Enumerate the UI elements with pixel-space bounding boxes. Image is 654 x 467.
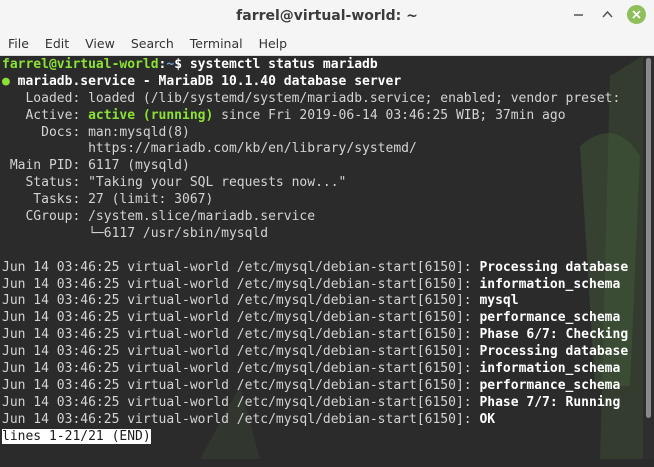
cgroup-line: CGroup: /system.slice/mariadb.service bbox=[2, 209, 316, 225]
log-prefix: Jun 14 03:46:25 virtual-world /etc/mysql… bbox=[2, 394, 480, 410]
log-message: Phase 6/7: Checking bbox=[479, 327, 629, 343]
cgroup-process-line: └─6117 /usr/sbin/mysqld bbox=[2, 225, 269, 241]
log-line: Jun 14 03:46:25 virtual-world /etc/mysql… bbox=[2, 277, 642, 294]
log-prefix: Jun 14 03:46:25 virtual-world /etc/mysql… bbox=[2, 310, 480, 326]
menu-help[interactable]: Help bbox=[251, 36, 296, 51]
log-message: performance_schema bbox=[479, 377, 621, 393]
close-button[interactable] bbox=[627, 5, 646, 24]
loaded-line: Loaded: loaded (/lib/systemd/system/mari… bbox=[2, 90, 621, 106]
docs-line: Docs: man:mysqld(8) bbox=[2, 124, 190, 140]
window-title: farrel@virtual-world: ~ bbox=[236, 7, 418, 24]
docs-url-line: https://mariadb.com/kb/en/library/system… bbox=[2, 141, 417, 157]
status-dot-icon: ● bbox=[2, 73, 10, 89]
terminal-area[interactable]: farrel@virtual-world:~$ systemctl status… bbox=[0, 56, 643, 459]
prompt-symbol: $ bbox=[174, 57, 183, 72]
maximize-icon bbox=[602, 10, 613, 18]
active-line: Active: active (running) since Fri 2019-… bbox=[2, 108, 642, 125]
menu-terminal[interactable]: Terminal bbox=[182, 36, 251, 51]
log-prefix: Jun 14 03:46:25 virtual-world /etc/mysql… bbox=[2, 259, 480, 275]
service-title: mariadb.service - MariaDB 10.1.40 databa… bbox=[9, 73, 402, 89]
active-since: since Fri 2019-06-14 03:46:25 WIB; 37min… bbox=[213, 107, 566, 123]
log-message: mysql bbox=[479, 293, 519, 309]
menu-search[interactable]: Search bbox=[123, 36, 182, 51]
prompt-line: farrel@virtual-world:~$ systemctl status… bbox=[2, 57, 642, 74]
terminal-output: farrel@virtual-world:~$ systemctl status… bbox=[2, 57, 642, 445]
command-text: systemctl status mariadb bbox=[182, 57, 378, 72]
pager-status: lines 1-21/21 (END) bbox=[2, 428, 151, 444]
log-message: Processing database bbox=[479, 259, 629, 275]
log-prefix: Jun 14 03:46:25 virtual-world /etc/mysql… bbox=[2, 327, 480, 343]
log-message: information_schema bbox=[479, 276, 621, 292]
menu-bar: File Edit View Search Terminal Help bbox=[0, 31, 654, 56]
log-message: performance_schema bbox=[479, 310, 621, 326]
log-message: Phase 7/7: Running bbox=[479, 394, 621, 410]
pager-status-line: lines 1-21/21 (END) bbox=[2, 428, 642, 446]
scrollbar-thumb[interactable] bbox=[646, 58, 651, 418]
log-line: Jun 14 03:46:25 virtual-world /etc/mysql… bbox=[2, 395, 642, 412]
menu-view[interactable]: View bbox=[77, 36, 123, 51]
log-prefix: Jun 14 03:46:25 virtual-world /etc/mysql… bbox=[2, 293, 480, 309]
log-line: Jun 14 03:46:25 virtual-world /etc/mysql… bbox=[2, 310, 642, 327]
log-line: Jun 14 03:46:25 virtual-world /etc/mysql… bbox=[2, 293, 642, 310]
log-line: Jun 14 03:46:25 virtual-world /etc/mysql… bbox=[2, 327, 642, 344]
log-message: OK bbox=[479, 411, 496, 427]
log-line: Jun 14 03:46:25 virtual-world /etc/mysql… bbox=[2, 361, 642, 378]
terminal-window: farrel@virtual-world: ~ File Edit View S… bbox=[0, 0, 654, 467]
title-bar[interactable]: farrel@virtual-world: ~ bbox=[0, 0, 654, 31]
prompt-user-host: farrel@virtual-world bbox=[2, 57, 159, 72]
main-pid-line: Main PID: 6117 (mysqld) bbox=[2, 158, 190, 174]
log-prefix: Jun 14 03:46:25 virtual-world /etc/mysql… bbox=[2, 361, 480, 377]
scrollbar[interactable] bbox=[643, 56, 654, 459]
log-prefix: Jun 14 03:46:25 virtual-world /etc/mysql… bbox=[2, 377, 480, 393]
terminal-bottom-edge bbox=[0, 459, 654, 467]
menu-edit[interactable]: Edit bbox=[37, 36, 77, 51]
log-prefix: Jun 14 03:46:25 virtual-world /etc/mysql… bbox=[2, 411, 480, 427]
log-message: information_schema bbox=[479, 361, 621, 377]
log-line: Jun 14 03:46:25 virtual-world /etc/mysql… bbox=[2, 344, 642, 361]
minimize-button[interactable] bbox=[569, 5, 588, 24]
active-state: active (running) bbox=[88, 107, 214, 123]
tasks-line: Tasks: 27 (limit: 3067) bbox=[2, 192, 214, 208]
close-icon bbox=[632, 10, 641, 19]
active-label: Active: bbox=[2, 107, 89, 123]
menu-file[interactable]: File bbox=[0, 36, 37, 51]
service-line: ● mariadb.service - MariaDB 10.1.40 data… bbox=[2, 74, 642, 91]
status-line: Status: "Taking your SQL requests now...… bbox=[2, 175, 347, 191]
log-prefix: Jun 14 03:46:25 virtual-world /etc/mysql… bbox=[2, 344, 480, 360]
log-line: Jun 14 03:46:25 virtual-world /etc/mysql… bbox=[2, 412, 642, 429]
maximize-button[interactable] bbox=[598, 5, 617, 24]
log-prefix: Jun 14 03:46:25 virtual-world /etc/mysql… bbox=[2, 276, 480, 292]
log-line: Jun 14 03:46:25 virtual-world /etc/mysql… bbox=[2, 378, 642, 395]
log-line: Jun 14 03:46:25 virtual-world /etc/mysql… bbox=[2, 260, 642, 277]
minimize-icon bbox=[574, 14, 583, 16]
log-message: Processing database bbox=[479, 344, 629, 360]
